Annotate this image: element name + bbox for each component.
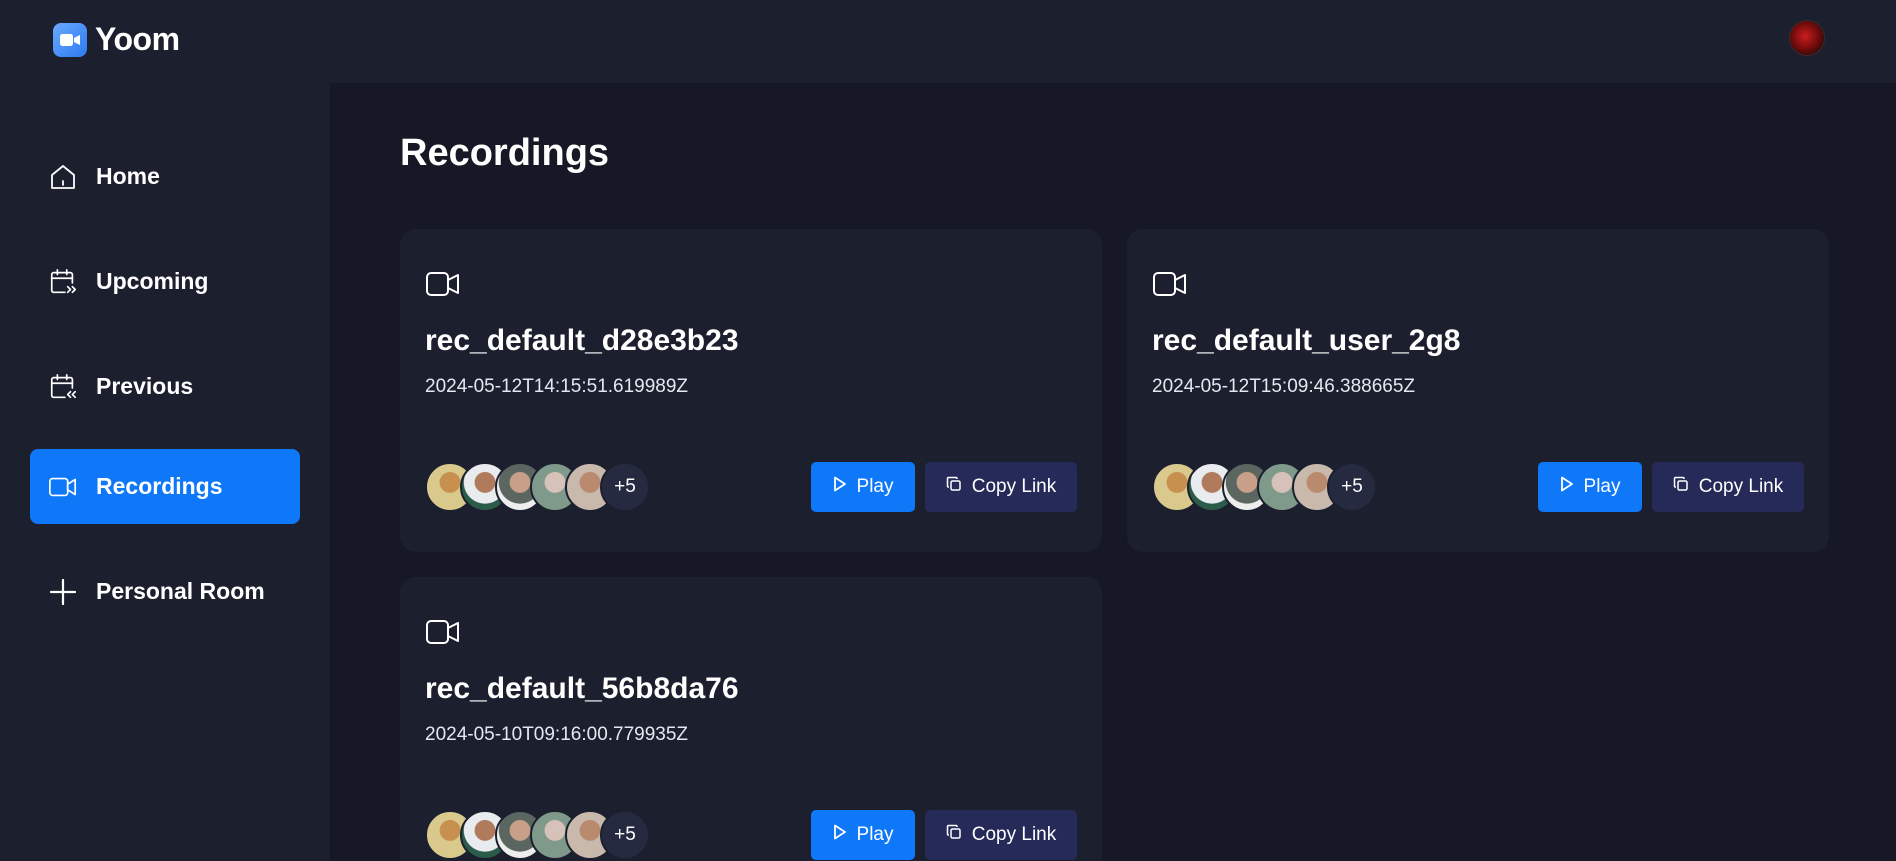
recording-card: rec_default_d28e3b23 2024-05-12T14:15:51… <box>400 229 1102 552</box>
calendar-back-icon <box>48 372 78 402</box>
calendar-forward-icon <box>48 267 78 297</box>
sidebar: Home Upcoming Previous Recordings Person… <box>0 83 330 861</box>
play-button[interactable]: Play <box>1538 462 1642 512</box>
more-attendees-badge: +5 <box>600 462 650 512</box>
recording-title: rec_default_d28e3b23 <box>425 324 739 357</box>
sidebar-item-previous[interactable]: Previous <box>30 349 300 424</box>
recording-title: rec_default_56b8da76 <box>425 672 739 705</box>
sidebar-item-label: Recordings <box>96 473 223 499</box>
video-icon <box>425 269 461 299</box>
sidebar-item-recordings[interactable]: Recordings <box>30 449 300 524</box>
recording-date: 2024-05-10T09:16:00.779935Z <box>425 724 689 745</box>
recording-title: rec_default_user_2g8 <box>1152 324 1461 357</box>
sidebar-item-label: Home <box>96 163 160 189</box>
play-icon <box>1560 476 1574 498</box>
app-logo[interactable]: Yoom <box>53 21 180 58</box>
sidebar-item-label: Upcoming <box>96 268 209 294</box>
video-icon <box>1152 269 1188 299</box>
page-title: Recordings <box>400 132 610 174</box>
sidebar-item-home[interactable]: Home <box>30 139 300 214</box>
recording-card: rec_default_user_2g8 2024-05-12T15:09:46… <box>1127 229 1829 552</box>
video-camera-logo-icon <box>53 22 87 57</box>
play-icon <box>833 476 847 498</box>
copy-icon <box>946 476 962 498</box>
sidebar-item-label: Personal Room <box>96 578 265 604</box>
video-icon <box>48 472 78 502</box>
sidebar-item-personal-room[interactable]: Personal Room <box>30 554 300 629</box>
copy-icon <box>946 824 962 846</box>
user-avatar[interactable] <box>1789 20 1825 56</box>
play-icon <box>833 824 847 846</box>
more-attendees-badge: +5 <box>1327 462 1377 512</box>
copy-icon <box>1673 476 1689 498</box>
sidebar-item-upcoming[interactable]: Upcoming <box>30 244 300 319</box>
sidebar-item-label: Previous <box>96 373 194 399</box>
play-button[interactable]: Play <box>811 810 915 860</box>
app-name: Yoom <box>95 21 180 57</box>
top-bar: Yoom <box>0 0 1896 83</box>
video-icon <box>425 617 461 647</box>
play-button[interactable]: Play <box>811 462 915 512</box>
copy-link-label: Copy Link <box>971 476 1057 497</box>
home-icon <box>48 162 78 192</box>
play-label: Play <box>856 476 894 497</box>
copy-link-label: Copy Link <box>971 824 1057 845</box>
recording-date: 2024-05-12T14:15:51.619989Z <box>425 376 689 397</box>
recording-date: 2024-05-12T15:09:46.388665Z <box>1152 376 1416 397</box>
copy-link-button[interactable]: Copy Link <box>925 462 1077 512</box>
copy-link-button[interactable]: Copy Link <box>1652 462 1804 512</box>
plus-icon <box>48 577 78 607</box>
more-attendees-badge: +5 <box>600 810 650 860</box>
play-label: Play <box>856 824 894 845</box>
recording-card: rec_default_56b8da76 2024-05-10T09:16:00… <box>400 577 1102 861</box>
copy-link-button[interactable]: Copy Link <box>925 810 1077 860</box>
copy-link-label: Copy Link <box>1698 476 1784 497</box>
play-label: Play <box>1583 476 1621 497</box>
